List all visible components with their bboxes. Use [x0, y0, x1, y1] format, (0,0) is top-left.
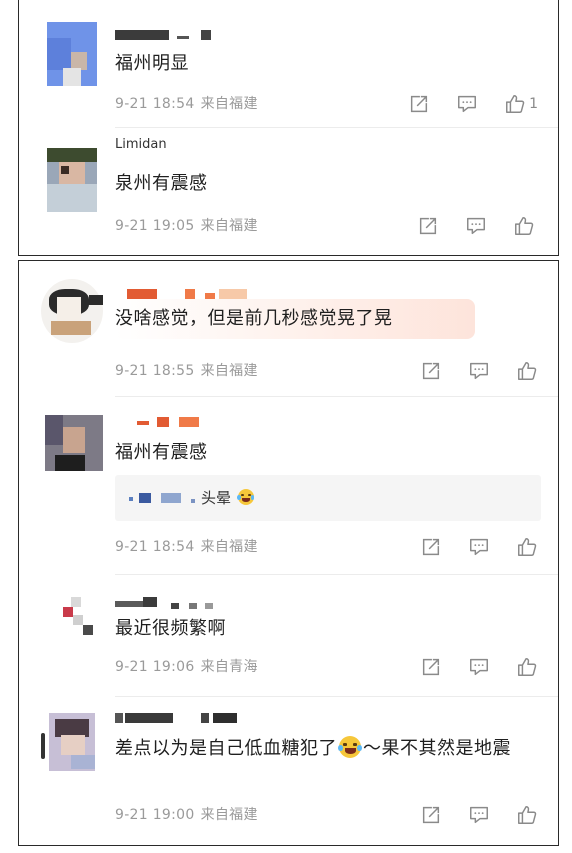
- comment-meta: 9-21 19:05 来自福建: [115, 216, 258, 236]
- comment-icon: [468, 536, 490, 558]
- like-icon: [516, 804, 538, 826]
- share-icon: [408, 93, 430, 115]
- comment-item: 最近很频繁啊 9-21 19:06 来自青海: [19, 575, 558, 697]
- like-icon: [516, 656, 538, 678]
- reply-username[interactable]: [129, 493, 197, 503]
- share-icon: [420, 360, 442, 382]
- share-icon: [420, 656, 442, 678]
- comment-actions: [394, 803, 538, 827]
- avatar[interactable]: [47, 148, 97, 212]
- comment-text: 福州有震感: [115, 442, 208, 463]
- comment-text: 没啥感觉，但是前几秒感觉晃了晃: [115, 308, 393, 329]
- comment-actions: [394, 359, 538, 383]
- comment-actions: [394, 655, 538, 679]
- username[interactable]: [115, 713, 237, 727]
- comment-icon: [465, 215, 487, 237]
- comment-meta: 9-21 18:55 来自福建: [115, 361, 258, 381]
- like-icon: [504, 93, 526, 115]
- reply-button[interactable]: [468, 536, 490, 558]
- comment-location: 来自福建: [200, 807, 258, 823]
- like-icon: [516, 536, 538, 558]
- username-text: Limidan: [115, 138, 167, 148]
- share-button[interactable]: [417, 215, 439, 237]
- comment-icon: [468, 360, 490, 382]
- like-button[interactable]: [513, 215, 538, 237]
- share-button[interactable]: [420, 360, 442, 382]
- avatar[interactable]: [47, 22, 97, 86]
- comment-actions: [391, 214, 538, 238]
- avatar[interactable]: [63, 597, 97, 637]
- like-count: 1: [529, 96, 538, 112]
- comment-text: 泉州有震感: [115, 173, 208, 194]
- comment-item: 福州有震感 头晕 9-21 18:54 来自福建: [19, 397, 558, 575]
- share-icon: [420, 536, 442, 558]
- share-button[interactable]: [408, 93, 430, 115]
- comment-location: 来自福建: [200, 363, 258, 379]
- laughing-tears-emoji: [237, 489, 255, 505]
- comment-time: 9-21 18:54: [115, 96, 195, 112]
- comment-time: 9-21 19:00: [115, 807, 195, 823]
- comment-text: 福州明显: [115, 53, 189, 74]
- comment-icon: [456, 93, 478, 115]
- avatar[interactable]: [45, 415, 103, 479]
- like-button[interactable]: [516, 360, 538, 382]
- comment-actions: 1: [382, 92, 538, 116]
- username[interactable]: [115, 597, 215, 613]
- comment-item: 福州明显 9-21 18:54 来自福建 1: [19, 0, 558, 128]
- comment-item: 没啥感觉，但是前几秒感觉晃了晃 9-21 18:55 来自福建: [19, 261, 558, 397]
- comment-location: 来自青海: [200, 659, 258, 675]
- reply-button[interactable]: [468, 804, 490, 826]
- comment-text: 最近很频繁啊: [115, 618, 226, 639]
- comment-location: 来自福建: [200, 218, 258, 234]
- avatar[interactable]: [41, 279, 103, 343]
- like-button[interactable]: 1: [504, 93, 538, 115]
- comment-panel-top: 福州明显 9-21 18:54 来自福建 1 Limidan 泉州有震感 9-21…: [18, 0, 559, 256]
- comment-item: 差点以为是自己低血糖犯了 ～果不其然是地震 9-21 19:00 来自福建: [19, 697, 558, 847]
- comment-time: 9-21 18:55: [115, 363, 195, 379]
- reply-content: 头晕: [201, 487, 256, 509]
- username[interactable]: [115, 30, 215, 44]
- comment-text: 差点以为是自己低血糖犯了 ～果不其然是地震: [115, 735, 538, 763]
- like-button[interactable]: [516, 656, 538, 678]
- comment-location: 来自福建: [200, 539, 258, 555]
- reply-button[interactable]: [468, 656, 490, 678]
- comment-text-part: ～果不其然是地震: [363, 738, 511, 759]
- username[interactable]: Limidan: [115, 138, 195, 160]
- username[interactable]: [115, 289, 247, 303]
- comment-time: 9-21 19:06: [115, 659, 195, 675]
- share-button[interactable]: [420, 536, 442, 558]
- like-icon: [516, 360, 538, 382]
- comment-icon: [468, 804, 490, 826]
- share-icon: [417, 215, 439, 237]
- comment-meta: 9-21 18:54 来自福建: [115, 94, 258, 114]
- comment-location: 来自福建: [200, 96, 258, 112]
- like-button[interactable]: [516, 536, 538, 558]
- reply-preview[interactable]: 头晕: [115, 475, 541, 521]
- comment-actions: [394, 535, 538, 559]
- comment-text-part: 差点以为是自己低血糖犯了: [115, 738, 337, 759]
- like-icon: [513, 215, 535, 237]
- comment-item: Limidan 泉州有震感 9-21 19:05 来自福建: [19, 128, 558, 256]
- comment-panel-bottom: 没啥感觉，但是前几秒感觉晃了晃 9-21 18:55 来自福建 福州有震感 头晕…: [18, 260, 559, 846]
- like-button[interactable]: [516, 804, 538, 826]
- share-button[interactable]: [420, 656, 442, 678]
- share-button[interactable]: [420, 804, 442, 826]
- comment-meta: 9-21 18:54 来自福建: [115, 537, 258, 557]
- comment-icon: [468, 656, 490, 678]
- reply-button[interactable]: [456, 93, 478, 115]
- comment-meta: 9-21 19:00 来自福建: [115, 805, 258, 825]
- reply-button[interactable]: [468, 360, 490, 382]
- comment-time: 9-21 19:05: [115, 218, 195, 234]
- reply-text: 头晕: [201, 489, 232, 507]
- share-icon: [420, 804, 442, 826]
- comment-meta: 9-21 19:06 来自青海: [115, 657, 258, 677]
- username[interactable]: [115, 417, 215, 431]
- comment-time: 9-21 18:54: [115, 539, 195, 555]
- avatar[interactable]: [41, 713, 99, 771]
- reply-button[interactable]: [465, 215, 487, 237]
- grinning-emoji: [338, 736, 362, 758]
